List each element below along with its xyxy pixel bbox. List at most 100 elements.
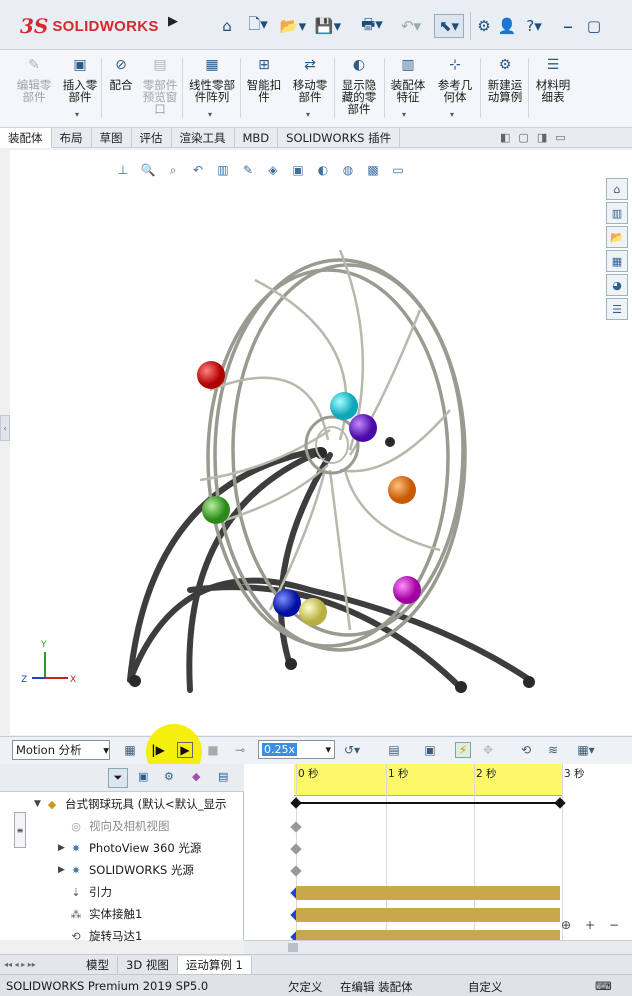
edit-component-button[interactable]: ✎ 编辑零 部件 [10,54,58,124]
scroll-icon[interactable]: ▭ [555,131,565,147]
apply-scene-icon[interactable]: ▩ [365,162,381,178]
chevron-down-icon[interactable]: ▾ [306,110,310,119]
options-icon[interactable]: ⚙ [474,14,494,38]
tree-item[interactable]: ▶ ✷ PhotoView 360 光源 [58,837,201,859]
previous-view-icon[interactable]: ↶ [190,162,206,178]
chevron-down-icon[interactable]: ▾ [208,110,212,119]
undo-icon[interactable]: ↶▾ [396,14,426,38]
tab-4[interactable]: 渲染工具 [172,128,235,148]
tree-item[interactable]: ▶ ✷ SOLIDWORKS 光源 [58,859,194,881]
tab-1[interactable]: 布局 [52,128,92,148]
section-view-icon[interactable]: ▥ [215,162,231,178]
add-key-icon[interactable]: ✥ [480,742,496,758]
zoom-in-icon[interactable]: + [580,915,600,935]
solidworks-resources-icon[interactable]: ⌂ [606,178,628,200]
graphics-viewport[interactable]: Y X Z [10,150,632,735]
filter-driving-icon[interactable]: ⚙ [164,770,180,786]
expand-icon[interactable]: ◨ [537,131,547,147]
display-style-icon[interactable]: ▣ [290,162,306,178]
collapse-icon[interactable]: ◧ [500,131,510,147]
user-icon[interactable]: 👤 [497,14,517,38]
zoom-area-icon[interactable]: ⌕ [165,162,181,178]
expand-arrow-icon[interactable]: ▶ [58,843,68,853]
save-icon[interactable]: 💾▾ [313,14,343,38]
view-orientation-cube-icon[interactable]: ◈ [265,162,281,178]
timeline-horizontal-scrollbar[interactable] [244,940,632,954]
tree-item[interactable]: ⁂ 实体接触1 [58,903,143,925]
new-motion-study-button[interactable]: ⚙ 新建运 动算例 [482,54,528,124]
tab-0[interactable]: 装配体 [0,128,52,148]
zoom-to-fit-icon[interactable]: 🔍 [140,162,156,178]
tree-item[interactable]: ⟲ 旋转马达1 [58,925,142,947]
open-folder-icon[interactable]: 📂▾ [277,14,309,38]
spring-icon[interactable]: ≋ [545,742,561,758]
bottom-tab-0[interactable]: 模型 [78,955,118,974]
unit-system[interactable]: 自定义 [468,979,503,995]
print-icon[interactable]: 🖶▾ [357,14,387,38]
collapse-arrow-icon[interactable]: ▼ [34,799,44,809]
chevron-down-icon[interactable]: ▾ [450,110,454,119]
chevron-down-icon[interactable]: ▾ [75,110,79,119]
filter-animated-icon[interactable]: ▣ [138,770,154,786]
insert-component-button[interactable]: ▣ 插入零 部件 [58,54,102,124]
bom-button[interactable]: ☰ 材料明 细表 [530,54,576,124]
design-library-icon[interactable]: ▥ [606,202,628,224]
calculate-icon[interactable]: ▦ [122,742,138,758]
home-icon[interactable]: ⌂ [216,14,238,38]
play-from-start-icon[interactable]: |▶ [150,742,166,758]
panel-collapse-handle[interactable]: ‹ [0,415,10,441]
restore-button[interactable]: ▢ [586,14,602,38]
file-explorer-icon[interactable]: 📂 [606,226,628,248]
assembly-feature-button[interactable]: ▥ 装配体 特征 [386,54,430,124]
stop-icon[interactable]: ■ [205,742,221,758]
playback-speed-select[interactable]: 0.25x ▾ [258,740,335,759]
timeline-bar[interactable] [296,930,560,940]
tree-item[interactable]: ◎ 视向及相机视图 [58,815,169,837]
component-preview-button[interactable]: ▤ 零部件 预览窗 口 [139,54,181,124]
timeline-scroll-thumb[interactable] [288,943,298,952]
view-orientation-icon[interactable]: ⊥ [115,162,131,178]
filter-results-icon[interactable]: ▤ [218,770,234,786]
results-plots-icon[interactable]: ▦▾ [577,742,594,758]
solidworks-logo[interactable]: 3S SOLIDWORKS [20,12,160,40]
tooltip-icon[interactable]: ⌨ [595,979,612,993]
bottom-tab-2[interactable]: 运动算例 1 [177,955,252,974]
play-icon[interactable]: ▶ [177,742,193,758]
autokey-icon[interactable]: ⚡ [455,742,471,758]
filter-selected-icon[interactable]: ◆ [192,770,208,786]
timeline-bar[interactable] [296,886,560,900]
animation-wizard-icon[interactable]: ▣ [422,742,438,758]
show-hidden-button[interactable]: ◐ 显示隐 藏的零 部件 [336,54,382,124]
help-icon[interactable]: ? ▾ [520,14,548,38]
menu-expand-arrow-icon[interactable]: ▶ [168,14,182,36]
minimize-button[interactable]: – [560,14,576,38]
tab-3[interactable]: 评估 [132,128,172,148]
tab-scroll-arrows[interactable]: ◂◂ ◂ ▸ ▸▸ [0,956,78,974]
tree-item[interactable]: ⇣ 引力 [58,881,112,903]
playback-mode-icon[interactable]: ↺▾ [344,742,360,758]
playback-slider-icon[interactable]: ⊸ [232,742,248,758]
motor-icon[interactable]: ⟲ [518,742,534,758]
edit-appearance-icon[interactable]: ◍ [340,162,356,178]
tab-5[interactable]: MBD [235,128,279,148]
tree-scrollbar-thumb[interactable]: ≡ [14,812,26,848]
reference-geometry-button[interactable]: ⊹ 参考几 何体 [432,54,478,124]
view-palette-icon[interactable]: ▦ [606,250,628,272]
zoom-out-icon[interactable]: − [604,915,624,935]
select-cursor-icon[interactable]: ⬉▾ [434,14,464,38]
zoom-to-fit-icon[interactable]: ⊕ [556,915,576,935]
filter-icon[interactable]: ⏷ [108,768,128,788]
timeline-bar[interactable] [296,908,560,922]
float-icon[interactable]: ▢ [518,131,528,147]
mate-button[interactable]: ⊘ 配合 [104,54,138,124]
tab-6[interactable]: SOLIDWORKS 插件 [278,128,401,148]
save-animation-icon[interactable]: ▤ [386,742,402,758]
bottom-tab-1[interactable]: 3D 视图 [118,955,178,974]
appearances-icon[interactable]: ◕ [606,274,628,296]
custom-properties-icon[interactable]: ☰ [606,298,628,320]
hide-show-items-icon[interactable]: ◐ [315,162,331,178]
smart-fastener-button[interactable]: ⊞ 智能扣 件 [242,54,286,124]
dynamic-annotation-icon[interactable]: ✎ [240,162,256,178]
time-ruler[interactable] [294,764,562,796]
view-settings-icon[interactable]: ▭ [390,162,406,178]
